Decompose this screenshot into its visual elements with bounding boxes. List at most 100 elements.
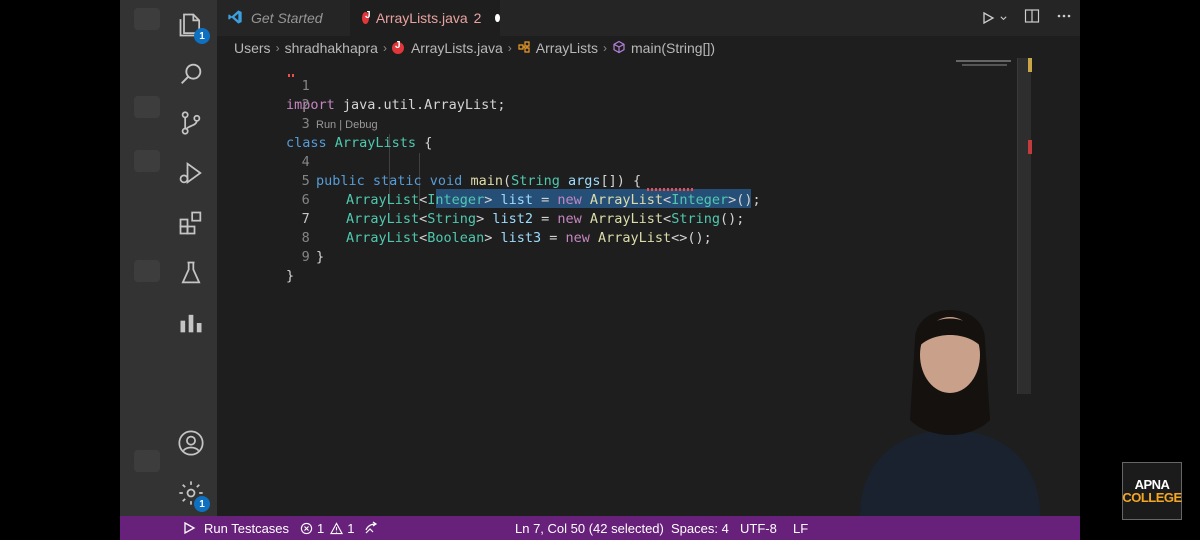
chevron-right-icon: › xyxy=(275,41,280,55)
code-token: class xyxy=(286,135,327,151)
run-play-icon[interactable] xyxy=(981,11,1008,25)
code-token: ArrayList xyxy=(589,192,664,208)
code-line: 5 ArrayList<Integer> list = new ArrayLis… xyxy=(217,153,761,208)
code-token: <>(); xyxy=(671,230,712,246)
code-token: new xyxy=(557,192,590,208)
line-number: 9 xyxy=(301,249,310,265)
code-token: > xyxy=(484,192,501,208)
line-number: 6 xyxy=(301,192,310,208)
warning-count: 1 xyxy=(347,520,355,536)
code-token: String xyxy=(427,211,477,227)
code-line: 2 xyxy=(217,77,310,113)
right-letterbox xyxy=(1080,0,1200,540)
line-number: 3 xyxy=(301,116,310,132)
codelens-run-debug[interactable]: Run | Debug xyxy=(316,119,378,131)
vscode-logo-icon xyxy=(227,9,245,28)
breadcrumb-item[interactable]: main(String[]) xyxy=(631,40,715,56)
code-token: ArrayList xyxy=(346,211,420,227)
problems-indicator[interactable]: 1 1 xyxy=(300,516,354,540)
code-token: < xyxy=(663,192,672,208)
chevron-right-icon: › xyxy=(507,41,512,55)
cursor-position[interactable]: Ln 7, Col 50 (42 selected) xyxy=(515,516,664,540)
tab-arraylists-java[interactable]: ArrayLists.java 2 xyxy=(350,0,500,36)
code-token: < xyxy=(663,211,672,227)
tab-get-started[interactable]: Get Started xyxy=(217,0,350,36)
activity-bar: 1 1 xyxy=(120,0,217,516)
warning-icon xyxy=(330,521,344,534)
code-line: 9 } xyxy=(217,229,310,284)
blurred-background-shape xyxy=(134,8,160,30)
code-token: ArrayList xyxy=(346,192,420,208)
code-token: String xyxy=(671,211,720,227)
encoding-setting[interactable]: UTF-8 xyxy=(740,516,777,540)
run-testcases-label: Run Testcases xyxy=(204,520,290,536)
code-token: (); xyxy=(719,211,745,227)
unsaved-dot-icon[interactable] xyxy=(495,14,500,22)
more-actions-icon[interactable] xyxy=(1056,8,1072,29)
code-token: java.util.ArrayList; xyxy=(334,97,506,113)
presenter-video-overlay xyxy=(860,310,1040,516)
code-token: > xyxy=(476,211,493,227)
error-squiggle xyxy=(645,188,693,191)
breadcrumb-item[interactable]: ArrayLists.java xyxy=(411,40,503,56)
tab-problem-count: 2 xyxy=(473,10,482,26)
breadcrumb-item[interactable]: Users xyxy=(234,40,271,56)
chevron-right-icon: › xyxy=(382,41,387,55)
line-number: 7 xyxy=(301,211,310,227)
code-token: Boolean xyxy=(427,230,485,246)
settings-gear-icon[interactable]: 1 xyxy=(176,478,210,512)
line-ending-setting[interactable]: LF xyxy=(793,516,808,540)
error-count: 1 xyxy=(317,520,325,536)
tab-label: Get Started xyxy=(251,10,323,26)
java-file-icon xyxy=(362,10,370,24)
live-share-icon[interactable] xyxy=(364,516,378,540)
code-token: } xyxy=(316,249,325,265)
status-bar: Run Testcases 1 1 Ln 7, Col 50 (42 selec… xyxy=(120,516,1080,540)
run-testcases-button[interactable]: Run Testcases xyxy=(182,516,289,540)
search-icon[interactable] xyxy=(176,59,206,89)
chevron-down-icon xyxy=(1000,15,1007,20)
scrollbar-warning-marker xyxy=(1028,58,1032,72)
run-debug-icon[interactable] xyxy=(176,158,206,188)
indentation-setting[interactable]: Spaces: 4 xyxy=(671,516,729,540)
code-token: String xyxy=(511,173,560,189)
testing-flask-icon[interactable] xyxy=(176,258,206,288)
code-line: 1 import java.util.ArrayList; xyxy=(217,58,505,113)
blurred-background-shape xyxy=(134,150,160,172)
java-file-icon xyxy=(391,40,404,54)
line-number: 8 xyxy=(301,230,310,246)
code-line: 7 ArrayList<Boolean> list3 = new ArrayLi… xyxy=(217,191,712,246)
code-token: new xyxy=(557,211,590,227)
line-number: 1 xyxy=(301,78,310,94)
code-token: } xyxy=(286,268,295,284)
extensions-icon[interactable] xyxy=(176,208,206,238)
breadcrumb: Users › shradhakhapra › ArrayLists.java … xyxy=(234,38,715,58)
code-token: = xyxy=(532,192,558,208)
source-control-icon[interactable] xyxy=(176,108,206,138)
left-letterbox xyxy=(0,0,120,540)
code-token: list2 xyxy=(492,211,533,227)
explorer-icon[interactable]: 1 xyxy=(176,10,210,44)
breadcrumb-item[interactable]: ArrayLists xyxy=(536,40,598,56)
settings-badge: 1 xyxy=(194,496,210,512)
split-editor-icon[interactable] xyxy=(1024,8,1040,29)
blurred-background-shape xyxy=(134,260,160,282)
breadcrumb-item[interactable]: shradhakhapra xyxy=(285,40,378,56)
chevron-right-icon: › xyxy=(603,41,608,55)
code-token: Integer xyxy=(671,192,729,208)
explorer-badge: 1 xyxy=(194,28,210,44)
line-number: 5 xyxy=(301,173,310,189)
code-line: 4 public static void main(String args[])… xyxy=(217,134,642,189)
line-number: 2 xyxy=(301,97,310,113)
warning-squiggle xyxy=(286,74,294,77)
code-token: ( xyxy=(502,173,512,189)
vscode-window: 1 1 Get Started J ArrayLists.java 2 User… xyxy=(120,0,1080,540)
logo-line-2: COLLEGE xyxy=(1122,490,1182,505)
blurred-background-shape xyxy=(134,450,160,472)
bar-chart-icon[interactable] xyxy=(176,308,206,338)
minimap[interactable] xyxy=(956,58,1016,70)
code-token: { xyxy=(416,135,433,151)
code-token: > xyxy=(484,230,501,246)
code-line: 8 } xyxy=(217,210,325,265)
account-icon[interactable] xyxy=(176,428,206,458)
